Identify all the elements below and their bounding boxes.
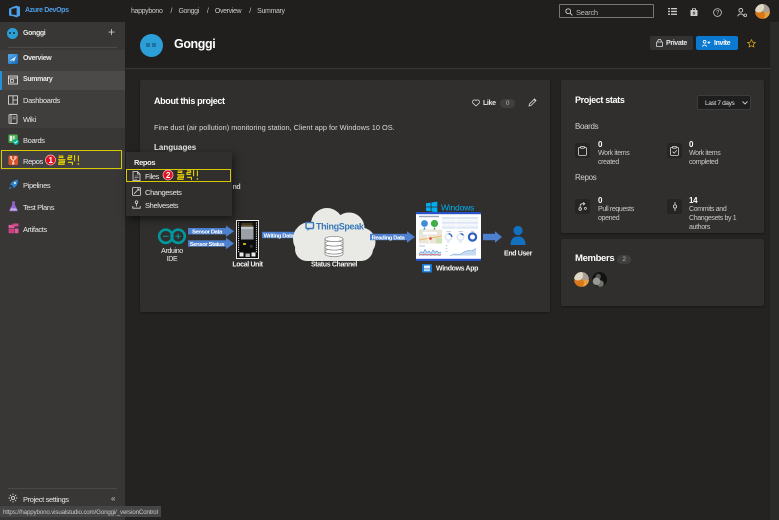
svg-text:Local Unit: Local Unit (232, 262, 263, 269)
svg-text:End User: End User (504, 251, 533, 258)
svg-text:Writing Data: Writing Data (264, 233, 295, 239)
svg-text:Reading Data: Reading Data (372, 235, 406, 241)
svg-text:Arduino: Arduino (161, 248, 183, 255)
svg-text:ThingSpeak: ThingSpeak (316, 222, 365, 232)
svg-text:Sensor Status: Sensor Status (190, 242, 225, 248)
svg-text:IDE: IDE (167, 256, 178, 263)
svg-text:Status Channel: Status Channel (311, 262, 357, 269)
svg-text:Windows App: Windows App (436, 266, 478, 273)
svg-text:Sensor Data: Sensor Data (192, 230, 223, 236)
svg-text:Windows: Windows (441, 203, 474, 213)
